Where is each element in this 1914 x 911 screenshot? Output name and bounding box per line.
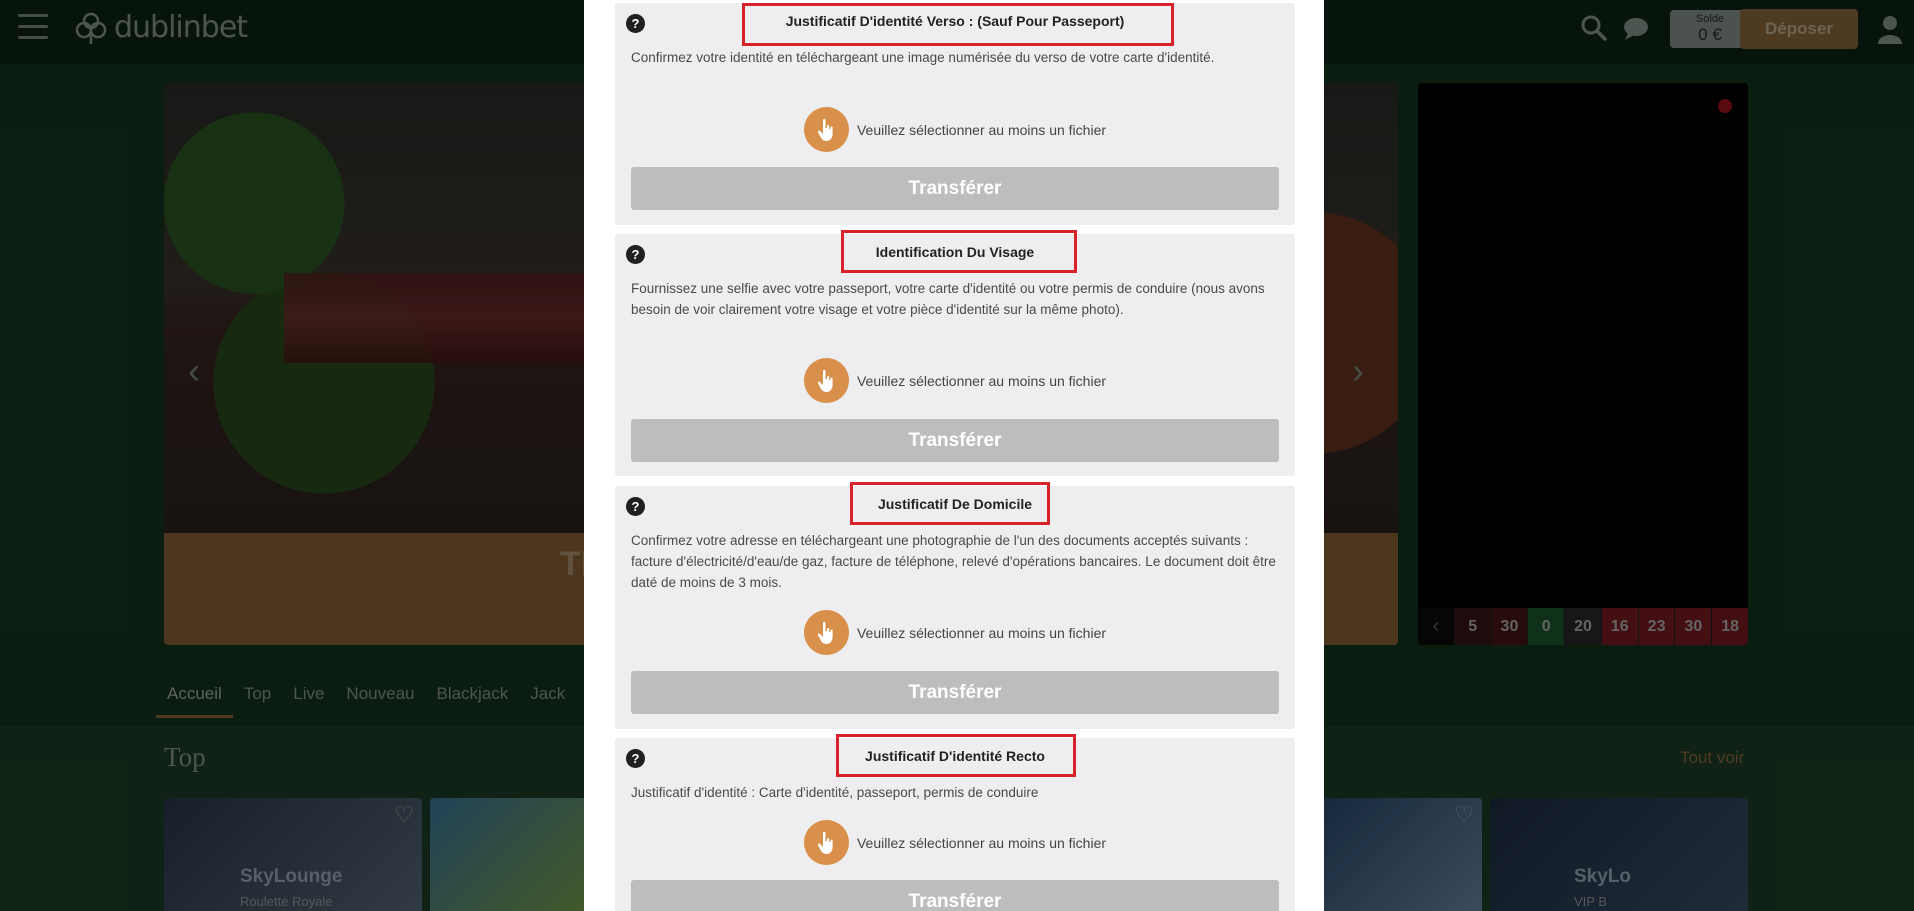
file-hint-text: Veuillez sélectionner au moins un fichie… [856,121,1107,138]
document-card-id-front: ? Justificatif D'identité Recto Justific… [615,734,1295,911]
pointer-hand-icon[interactable] [803,820,849,865]
transfer-button[interactable]: Transférer [631,671,1279,714]
transfer-button[interactable]: Transférer [631,880,1279,911]
transfer-button[interactable]: Transférer [631,167,1279,210]
file-hint-text: Veuillez sélectionner au moins un fichie… [856,624,1107,641]
document-description: Fournissez une selfie avec votre passepo… [631,281,1265,317]
file-hint-text: Veuillez sélectionner au moins un fichie… [856,372,1107,389]
pointer-hand-icon[interactable] [803,107,849,152]
document-description: Confirmez votre identité en téléchargean… [631,50,1215,65]
pointer-hand-icon[interactable] [803,610,849,655]
document-title: Justificatif D'identité Recto [865,748,1045,764]
document-card-proof-of-address: ? Justificatif De Domicile Confirmez vot… [615,482,1295,729]
document-upload-modal: ? Justificatif D'identité Verso : (Sauf … [584,0,1324,911]
pointer-hand-icon[interactable] [803,358,849,403]
document-title: Justificatif D'identité Verso : (Sauf Po… [785,13,1125,29]
document-card-face-id: ? Identification Du Visage Fournissez un… [615,230,1295,476]
document-title: Identification Du Visage [875,244,1035,260]
file-hint-text: Veuillez sélectionner au moins un fichie… [856,834,1107,851]
file-select-row[interactable]: Veuillez sélectionner au moins un fichie… [615,358,1295,403]
file-select-row[interactable]: Veuillez sélectionner au moins un fichie… [615,610,1295,655]
file-select-row[interactable]: Veuillez sélectionner au moins un fichie… [615,820,1295,865]
transfer-button[interactable]: Transférer [631,419,1279,462]
file-select-row[interactable]: Veuillez sélectionner au moins un fichie… [615,107,1295,152]
document-title: Justificatif De Domicile [877,496,1033,512]
document-card-id-back: ? Justificatif D'identité Verso : (Sauf … [615,3,1295,225]
document-description: Confirmez votre adresse en téléchargeant… [631,533,1276,590]
document-description: Justificatif d'identité : Carte d'identi… [631,785,1039,800]
